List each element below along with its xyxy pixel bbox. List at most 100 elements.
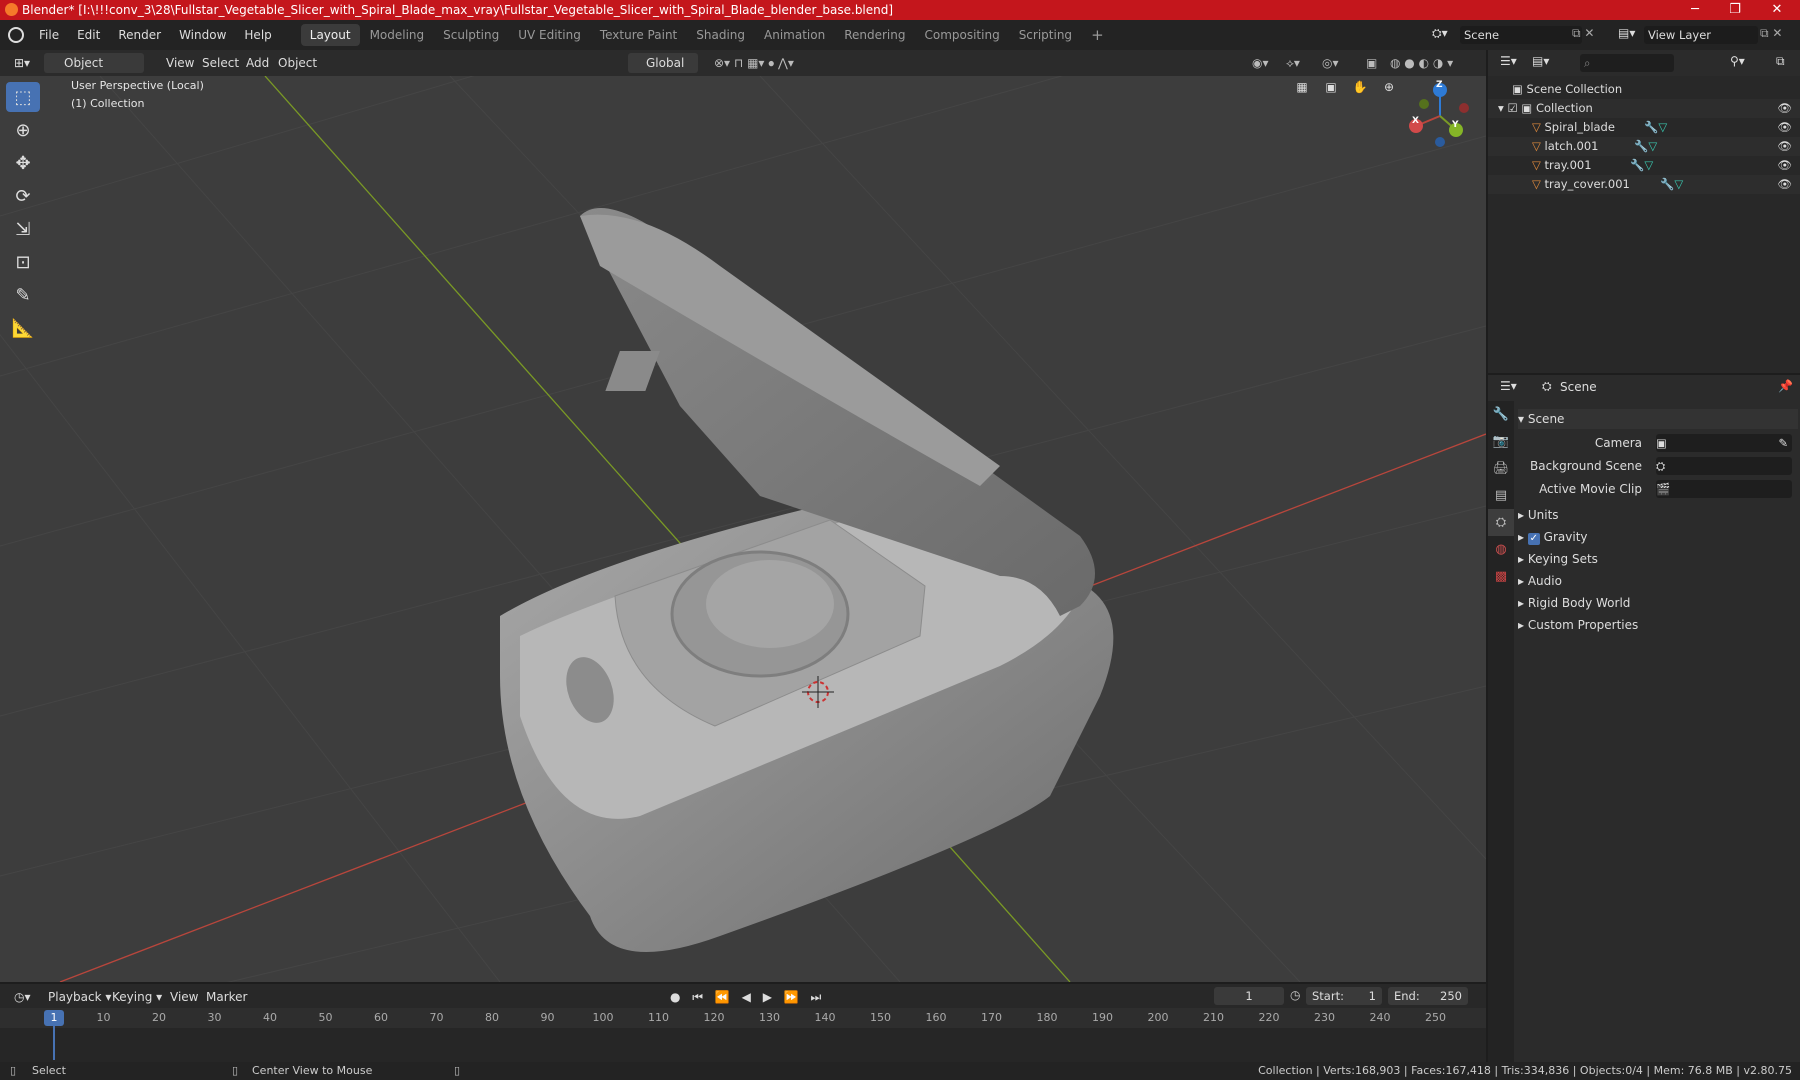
checkbox-icon[interactable]: ☑: [1507, 101, 1521, 115]
tab-layout[interactable]: Layout: [300, 24, 360, 46]
new-collection-icon[interactable]: ⧉: [1776, 54, 1785, 69]
xray-toggle-icon[interactable]: ▣: [1360, 53, 1383, 73]
gizmo-toggle-icon[interactable]: ⟡▾: [1280, 53, 1306, 73]
maximize-button[interactable]: ❐: [1715, 0, 1755, 20]
custom-properties-section[interactable]: ▸ Custom Properties: [1518, 615, 1638, 635]
timeline-menu-view[interactable]: View: [164, 987, 204, 1007]
annotate-tool-icon[interactable]: ✎: [6, 280, 40, 310]
world-tab-icon[interactable]: ◍: [1488, 536, 1514, 563]
new-scene-icon[interactable]: ⧉ ✕: [1572, 26, 1594, 41]
timeline-menu-marker[interactable]: Marker: [200, 987, 253, 1007]
visibility-icons[interactable]: ◉▾: [1246, 53, 1275, 73]
render-tab-icon[interactable]: 📷: [1488, 428, 1514, 455]
collapse-arrow-icon[interactable]: ▸: [1518, 574, 1528, 588]
minimize-button[interactable]: ─: [1675, 0, 1715, 20]
pin-icon[interactable]: 📌: [1778, 379, 1793, 393]
outliner-search-input[interactable]: ⌕: [1580, 54, 1674, 72]
scene-tab-icon[interactable]: ⛭: [1488, 509, 1514, 536]
current-frame-field[interactable]: 1: [1214, 987, 1284, 1005]
close-button[interactable]: ✕: [1757, 0, 1797, 20]
eyedropper-icon[interactable]: ✎: [1778, 434, 1788, 452]
rotate-tool-icon[interactable]: ⟳: [6, 181, 40, 211]
outliner-scene-collection[interactable]: ▣ Scene Collection: [1488, 80, 1800, 99]
scene-selector-icon[interactable]: ⛭▾: [1432, 26, 1458, 44]
orientation-dropdown[interactable]: Global ▾: [628, 53, 698, 90]
tab-animation[interactable]: Animation: [755, 24, 834, 46]
scene-panel-header[interactable]: ▾ Scene: [1518, 409, 1798, 429]
tab-scripting[interactable]: Scripting: [1010, 24, 1081, 46]
outliner-item[interactable]: ▽ latch.001 🔧▽ 👁: [1488, 137, 1800, 156]
move-tool-icon[interactable]: ✥: [6, 148, 40, 178]
tab-uv-editing[interactable]: UV Editing: [509, 24, 590, 46]
overlay-toggle-icon[interactable]: ◎▾: [1316, 53, 1345, 73]
filter-icon[interactable]: ⚲▾: [1730, 54, 1745, 68]
menu-edit[interactable]: Edit: [68, 20, 109, 50]
menu-help[interactable]: Help: [235, 20, 280, 50]
rigid-body-world-section[interactable]: ▸ Rigid Body World: [1518, 593, 1630, 613]
pivot-snap-icons[interactable]: ⊗▾ ⊓ ▦▾ ⦁ ⋀▾: [708, 53, 800, 73]
zoom-icon[interactable]: ⊕: [1377, 80, 1401, 102]
collapse-arrow-icon[interactable]: ▸: [1518, 552, 1528, 566]
view-layer-buttons[interactable]: ⧉ ✕: [1760, 26, 1782, 41]
gizmo-label-z[interactable]: Z: [1436, 80, 1443, 90]
audio-section[interactable]: ▸ Audio: [1518, 571, 1562, 591]
view-layer-field[interactable]: View Layer: [1644, 26, 1758, 44]
properties-editor-icon[interactable]: ☰▾: [1500, 379, 1517, 393]
output-tab-icon[interactable]: 🖨: [1488, 455, 1514, 482]
tool-tab-icon[interactable]: 🔧: [1488, 401, 1514, 428]
tab-modeling[interactable]: Modeling: [361, 24, 434, 46]
measure-tool-icon[interactable]: 📐: [6, 313, 40, 343]
menu-file[interactable]: File: [30, 20, 68, 50]
outliner-item[interactable]: ▽ tray.001 🔧▽ 👁: [1488, 156, 1800, 175]
active-movie-clip-field[interactable]: 🎬: [1656, 480, 1792, 498]
3d-viewport[interactable]: Z X Y User Perspective (Local) (1) Colle…: [0, 76, 1486, 982]
viewport-menu-add[interactable]: Add: [240, 53, 275, 73]
keying-sets-section[interactable]: ▸ Keying Sets: [1518, 549, 1598, 569]
collapse-arrow-icon[interactable]: ▸: [1518, 596, 1528, 610]
tab-texture-paint[interactable]: Texture Paint: [591, 24, 686, 46]
units-section[interactable]: ▸ Units: [1518, 505, 1559, 525]
outliner-collection[interactable]: ▾ ☑ ▣ Collection 👁: [1488, 99, 1800, 118]
collapse-arrow-icon[interactable]: ▸: [1518, 530, 1528, 544]
menu-render[interactable]: Render: [109, 20, 170, 50]
menu-window[interactable]: Window: [170, 20, 235, 50]
collapse-arrow-icon[interactable]: ▸: [1518, 508, 1528, 522]
grid-view-icon[interactable]: ▦: [1290, 80, 1314, 102]
blender-menu-icon[interactable]: [8, 27, 24, 43]
eye-icon[interactable]: 👁: [1777, 175, 1792, 194]
select-box-tool-icon[interactable]: ⬚: [6, 82, 40, 112]
scale-tool-icon[interactable]: ⇲: [6, 214, 40, 244]
eye-icon[interactable]: 👁: [1777, 118, 1792, 137]
timeline-menu-keying[interactable]: Keying ▾: [106, 987, 168, 1007]
gizmo-label-x[interactable]: X: [1412, 116, 1419, 126]
object-mode-dropdown[interactable]: Object Mode ▾: [44, 53, 144, 90]
scene-field[interactable]: Scene: [1460, 26, 1582, 44]
end-frame-field[interactable]: End: 250: [1388, 987, 1468, 1005]
tab-shading[interactable]: Shading: [687, 24, 754, 46]
outliner-item[interactable]: ▽ tray_cover.001 🔧▽ 👁: [1488, 175, 1800, 194]
gizmo-label-y[interactable]: Y: [1452, 120, 1459, 130]
eye-icon[interactable]: 👁: [1777, 156, 1792, 175]
display-mode-icon[interactable]: ▤▾: [1532, 54, 1549, 68]
background-scene-field[interactable]: ⛭: [1656, 457, 1792, 475]
timeline-track[interactable]: [0, 1028, 1486, 1062]
cursor-tool-icon[interactable]: ⊕: [6, 115, 40, 145]
texture-tab-icon[interactable]: ▩: [1488, 563, 1514, 590]
pan-hand-icon[interactable]: ✋: [1348, 80, 1372, 102]
viewport-menu-view[interactable]: View: [160, 53, 200, 73]
eye-icon[interactable]: 👁: [1777, 99, 1792, 118]
outliner-item[interactable]: ▽ Spiral_blade 🔧▽ 👁: [1488, 118, 1800, 137]
view-layer-icon[interactable]: ▤▾: [1618, 26, 1635, 40]
transform-tool-icon[interactable]: ⊡: [6, 247, 40, 277]
shading-mode-icons[interactable]: ◍ ● ◐ ◑ ▾: [1384, 53, 1459, 73]
tab-rendering[interactable]: Rendering: [835, 24, 914, 46]
timeline-editor-icon[interactable]: ◷▾: [8, 987, 37, 1007]
timeline-ruler[interactable]: 10 20 30 40 50 60 70 80 90 100 110 120 130 140 150 160 1…: [0, 1008, 1486, 1028]
add-workspace-button[interactable]: +: [1082, 24, 1113, 46]
playhead-badge[interactable]: 1: [44, 1010, 64, 1026]
collapse-arrow-icon[interactable]: ▸: [1518, 618, 1528, 632]
view-layer-tab-icon[interactable]: ▤: [1488, 482, 1514, 509]
gravity-checkbox[interactable]: ✓: [1527, 533, 1540, 545]
tab-sculpting[interactable]: Sculpting: [434, 24, 508, 46]
clock-icon[interactable]: ◷: [1290, 988, 1300, 1002]
